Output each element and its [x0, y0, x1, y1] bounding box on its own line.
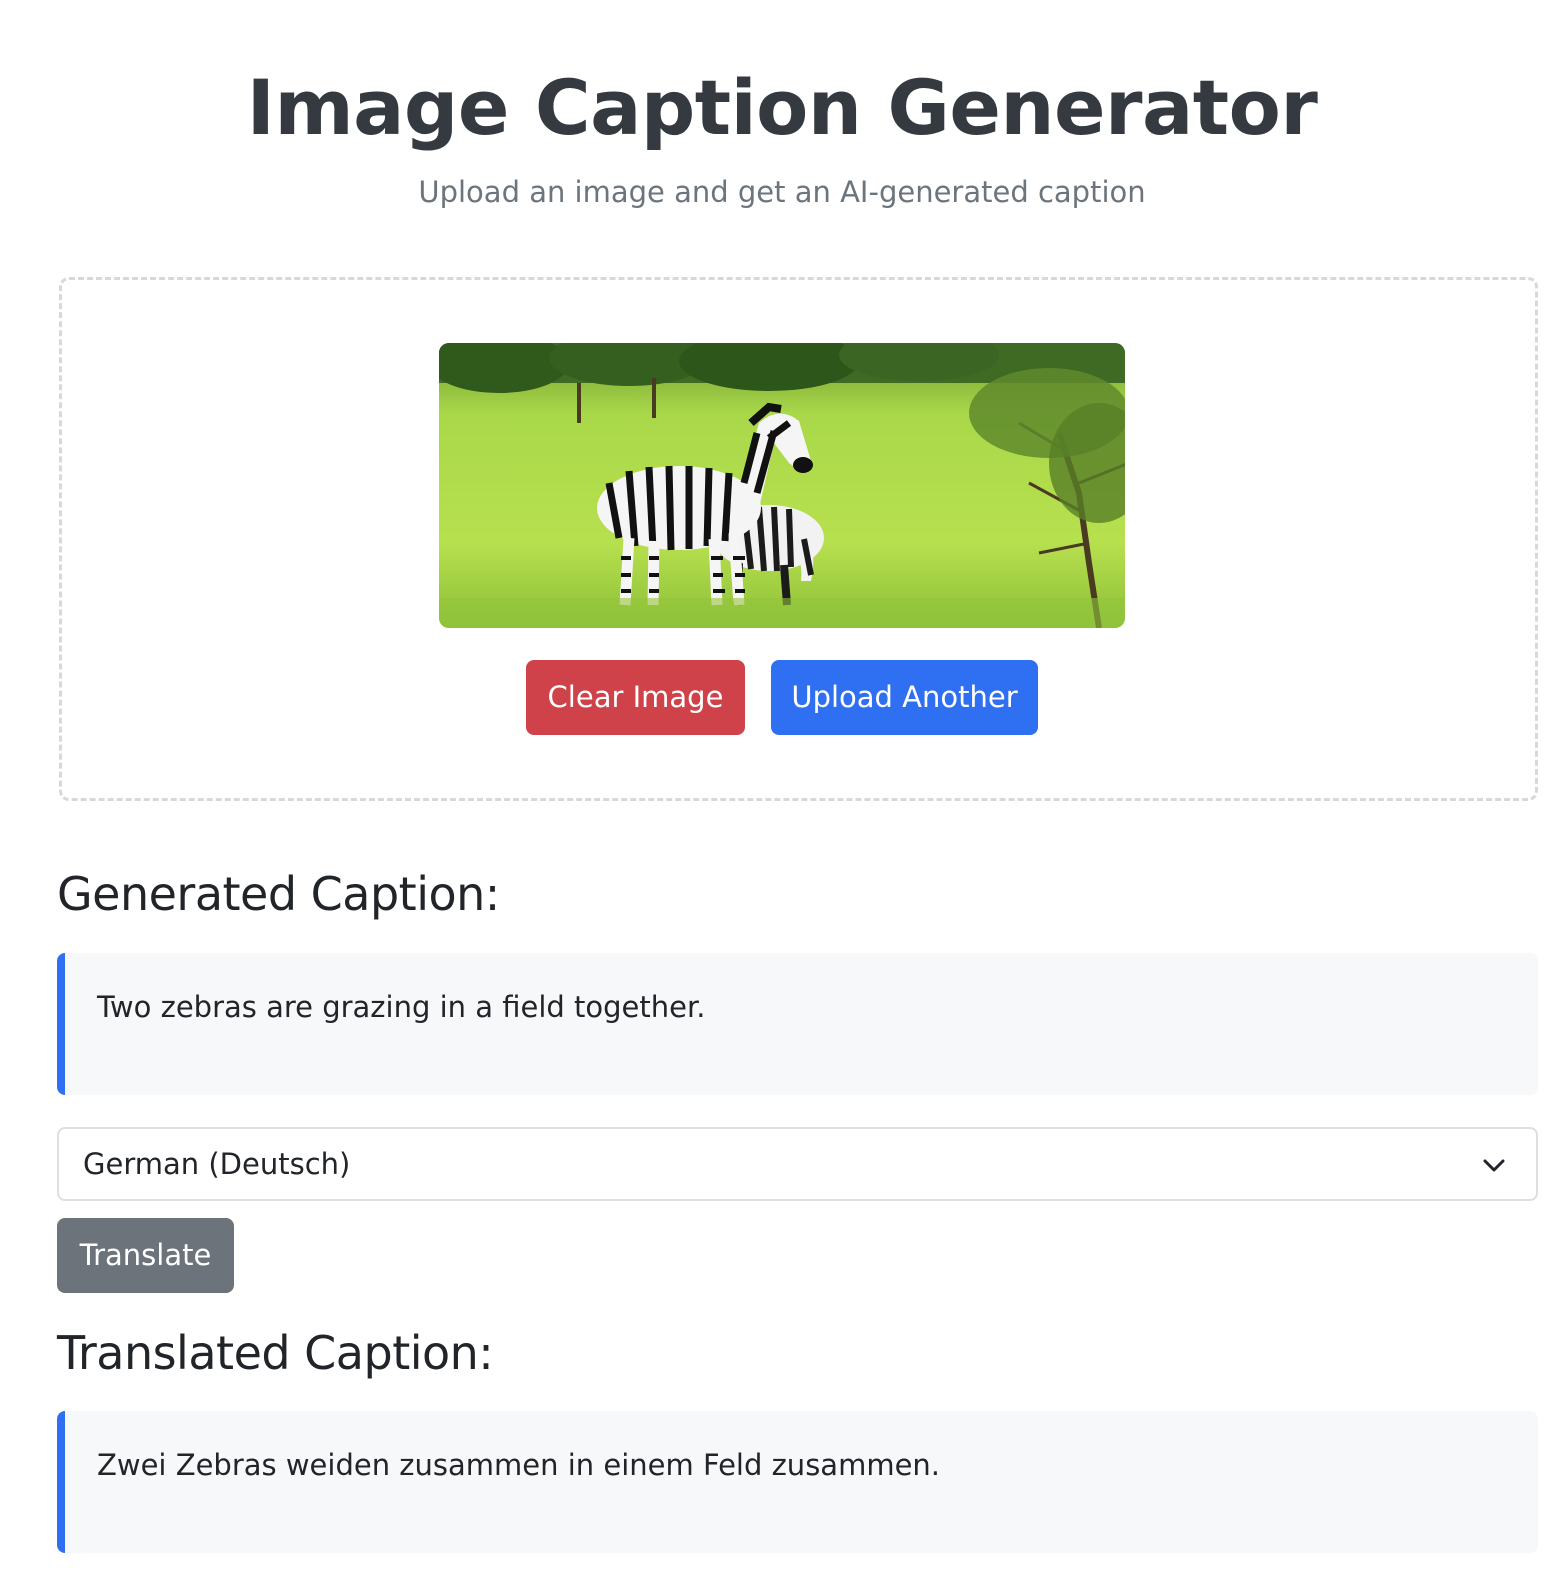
translated-caption-text: Zwei Zebras weiden zusammen in einem Fel… [97, 1448, 941, 1482]
uploaded-image-preview [439, 343, 1125, 628]
upload-another-button[interactable]: Upload Another [771, 660, 1038, 735]
clear-image-button[interactable]: Clear Image [526, 660, 745, 735]
page-title: Image Caption Generator [246, 63, 1318, 152]
translate-button[interactable]: Translate [57, 1218, 234, 1293]
page-subtitle: Upload an image and get an AI-generated … [418, 175, 1146, 209]
language-select-value: German (Deutsch) [83, 1147, 351, 1181]
page: Image Caption Generator Upload an image … [0, 0, 1564, 1592]
generated-caption-text: Two zebras are grazing in a field togeth… [97, 990, 706, 1024]
generated-caption-box: Two zebras are grazing in a field togeth… [57, 953, 1538, 1095]
translated-caption-box: Zwei Zebras weiden zusammen in einem Fel… [57, 1411, 1538, 1553]
translated-caption-heading: Translated Caption: [57, 1326, 494, 1380]
generated-caption-heading: Generated Caption: [57, 867, 500, 921]
chevron-down-icon [1483, 1159, 1505, 1172]
language-select[interactable]: German (Deutsch) [57, 1127, 1538, 1201]
